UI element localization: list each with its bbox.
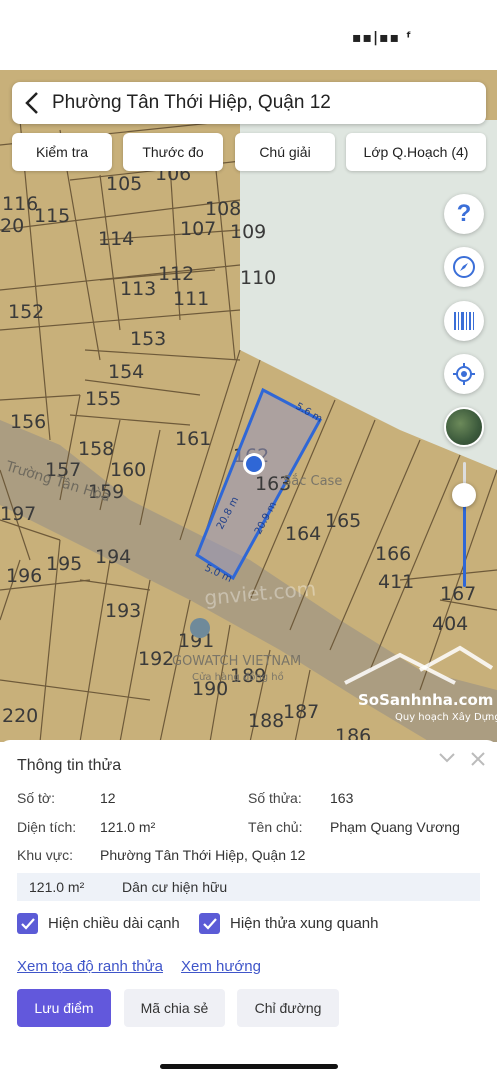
brand-name: SoSanhnha.com (358, 691, 493, 709)
area-value: 121.0 m² (100, 819, 156, 835)
header-bar: Phường Tân Thới Hiệp, Quận 12 (12, 82, 486, 124)
chevron-down-icon[interactable] (439, 752, 455, 764)
back-button[interactable] (12, 82, 52, 124)
parcel-label: 112 (158, 263, 194, 285)
save-point-button[interactable]: Lưu điểm (17, 989, 111, 1027)
opacity-slider-track[interactable] (463, 462, 466, 587)
measure-button[interactable]: Thước đo (123, 133, 223, 171)
help-icon: ? (456, 200, 472, 227)
poi-label: GOWATCH VIETNAM (172, 654, 301, 669)
parcel-label: 164 (285, 523, 321, 545)
parcel-label: 107 (180, 218, 216, 240)
parcel-label: 220 (2, 705, 38, 727)
show-neighbors-label: Hiện thửa xung quanh (230, 915, 379, 932)
parcel-label: 166 (375, 543, 411, 565)
poi-label: Sắc Case (283, 474, 342, 489)
opacity-slider-fill (463, 499, 466, 587)
chevron-left-icon (25, 92, 38, 114)
parcel-label: 105 (106, 173, 142, 195)
parcel-label: 153 (130, 328, 166, 350)
location-dot (246, 456, 262, 472)
close-icon[interactable] (471, 752, 485, 766)
poi-sublabel: Cửa hàng đồng hồ (192, 671, 284, 683)
parcel-label: 193 (105, 600, 141, 622)
parcel-label: 115 (34, 205, 70, 227)
land-use-area: 121.0 m² (29, 879, 85, 895)
parcel-label: 411 (378, 571, 414, 593)
home-indicator[interactable] (160, 1064, 338, 1069)
parcel-label: 158 (78, 438, 114, 460)
parcel-info-panel: Thông tin thửa Số tờ: 12 Số thửa: 163 Di… (0, 740, 497, 1080)
parcel-label: 20 (0, 215, 24, 237)
parcel-label: 165 (325, 510, 361, 532)
parcel-number-label: Số thửa: (248, 790, 302, 806)
directions-button[interactable]: Chỉ đường (237, 989, 339, 1027)
parcel-label: 188 (248, 710, 284, 732)
land-use-type: Dân cư hiện hữu (122, 879, 228, 895)
parcel-label: 187 (283, 701, 319, 723)
parcel-label: 404 (432, 613, 468, 635)
panel-title: Thông tin thửa (17, 757, 122, 774)
opacity-slider-thumb[interactable] (452, 483, 476, 507)
status-bar: ▪▪|▪▪ ᶠ (0, 0, 497, 70)
parcel-label: 154 (108, 361, 144, 383)
parcel-label: 192 (138, 648, 174, 670)
parcel-label: 197 (0, 503, 36, 525)
satellite-toggle[interactable] (444, 407, 484, 447)
parcel-label: 108 (205, 198, 241, 220)
share-code-button[interactable]: Mã chia sẻ (124, 989, 225, 1027)
check-icon (202, 917, 217, 930)
parcel-label: 161 (175, 428, 211, 450)
sheet-value: 12 (100, 790, 116, 806)
owner-label: Tên chủ: (248, 819, 303, 835)
planning-layers-button[interactable]: Lớp Q.Hoạch (4) (346, 133, 486, 171)
region-value: Phường Tân Thới Hiệp, Quận 12 (100, 847, 306, 863)
show-edge-lengths-label: Hiện chiều dài cạnh (48, 915, 180, 932)
view-coordinates-link[interactable]: Xem tọa độ ranh thửa (17, 958, 163, 975)
owner-value: Phạm Quang Vương (330, 819, 460, 835)
checkbox-checked[interactable] (17, 913, 38, 934)
check-icon (20, 917, 35, 930)
compass-icon (453, 256, 475, 278)
map-toolbar: Kiểm tra Thước đo Chú giải Lớp Q.Hoạch (… (12, 133, 486, 171)
show-neighbors-option[interactable]: Hiện thửa xung quanh (199, 913, 378, 934)
brand-subtitle: Quy hoạch Xây Dựng (395, 711, 497, 723)
region-label: Khu vực: (17, 847, 74, 863)
parcel-label: 167 (440, 583, 476, 605)
area-label: Diện tích: (17, 819, 77, 835)
land-use-row: 121.0 m² Dân cư hiện hữu (17, 873, 480, 901)
poi-marker (190, 618, 210, 638)
parcel-label: 155 (85, 388, 121, 410)
parcel-label: 109 (230, 221, 266, 243)
parcel-label: 111 (173, 288, 209, 310)
parcel-label: 195 (46, 553, 82, 575)
check-button[interactable]: Kiểm tra (12, 133, 112, 171)
parcel-label: 194 (95, 546, 131, 568)
crosshair-icon (453, 363, 475, 385)
location-title: Phường Tân Thới Hiệp, Quận 12 (52, 92, 331, 113)
parcel-label: 113 (120, 278, 156, 300)
compass-button[interactable] (444, 247, 484, 287)
parcel-label: 160 (110, 459, 146, 481)
parcel-label: 110 (240, 267, 276, 289)
view-direction-link[interactable]: Xem hướng (181, 958, 261, 975)
legend-button[interactable]: Chú giải (235, 133, 335, 171)
parcel-label: 116 (2, 193, 38, 215)
parcel-label: 156 (10, 411, 46, 433)
parcel-label: 152 (8, 301, 44, 323)
status-indicator: ▪▪|▪▪ ᶠ (352, 30, 413, 46)
show-edge-lengths-option[interactable]: Hiện chiều dài cạnh (17, 913, 180, 934)
sheet-label: Số tờ: (17, 790, 55, 806)
checkbox-checked[interactable] (199, 913, 220, 934)
barcode-icon (454, 312, 474, 330)
parcel-label: 114 (98, 228, 134, 250)
parcel-number-value: 163 (330, 790, 354, 806)
barcode-button[interactable] (444, 301, 484, 341)
help-button[interactable]: ? (444, 194, 484, 234)
my-location-button[interactable] (444, 354, 484, 394)
parcel-label: 196 (6, 565, 42, 587)
